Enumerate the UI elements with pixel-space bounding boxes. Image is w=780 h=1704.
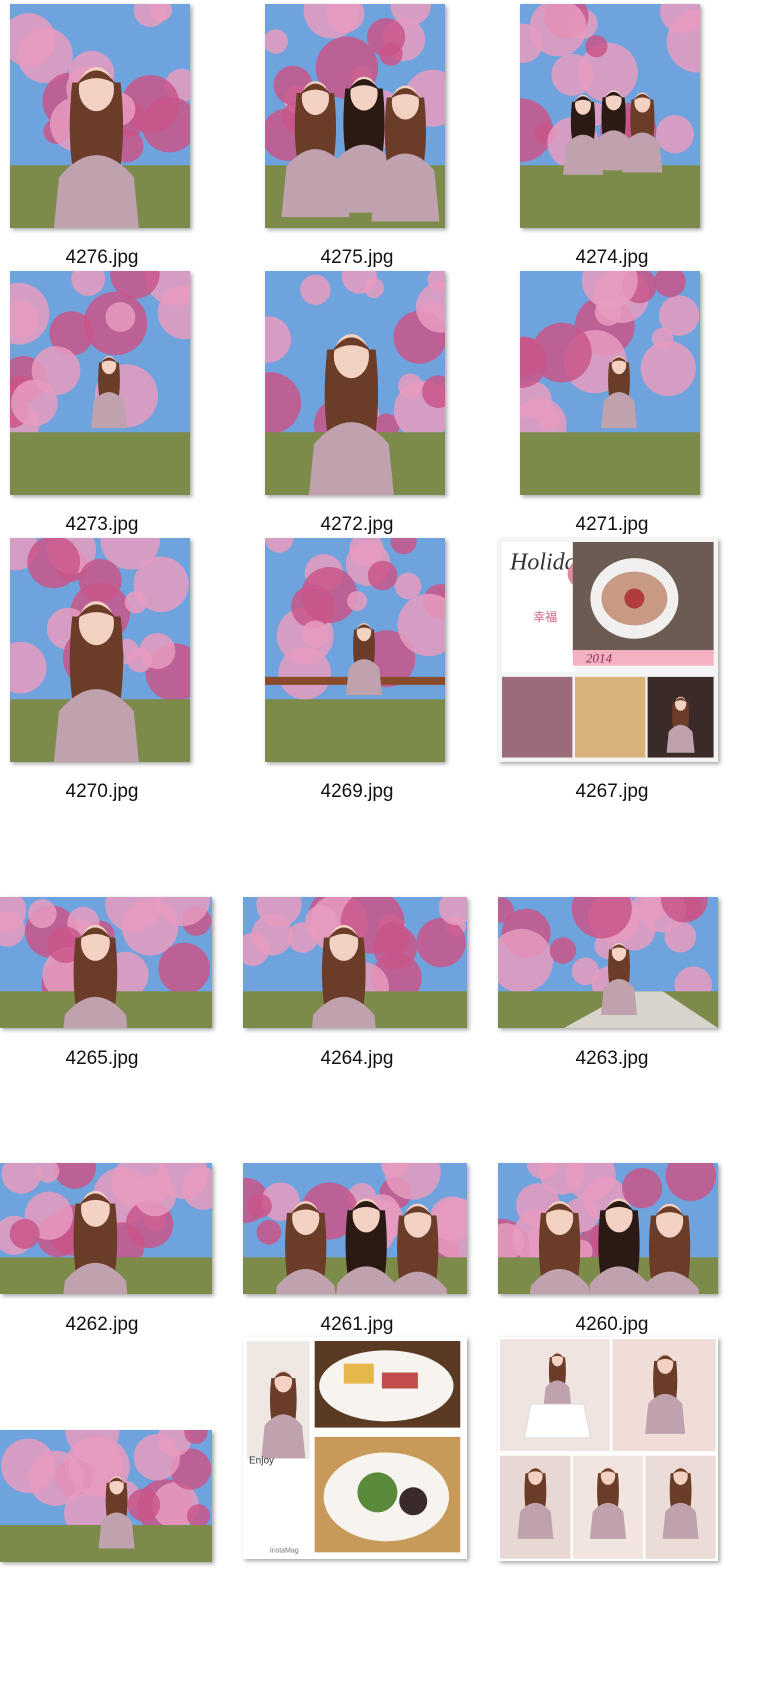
svg-text:幸福: 幸福 — [533, 609, 557, 624]
file-thumbnail[interactable] — [498, 1337, 718, 1561]
file-thumbnail[interactable] — [0, 897, 212, 1028]
file-name-label: 4275.jpg — [320, 247, 394, 268]
file-thumbnail[interactable]: Holiday 幸福 2014 — [498, 538, 718, 762]
file-thumbnail[interactable] — [498, 897, 718, 1028]
file-thumbnail[interactable] — [243, 897, 467, 1028]
svg-text:Enjoy: Enjoy — [249, 1456, 274, 1467]
file-name-label: 4264.jpg — [320, 1048, 394, 1069]
file-name-label: 4267.jpg — [575, 781, 649, 802]
svg-text:InstaMag: InstaMag — [270, 1547, 299, 1554]
file-name-label: 4270.jpg — [65, 781, 139, 802]
file-name-label: 4263.jpg — [575, 1048, 649, 1069]
file-name-label: 4269.jpg — [320, 781, 394, 802]
file-thumbnail[interactable] — [265, 4, 445, 228]
svg-text:2014: 2014 — [586, 650, 613, 665]
file-thumbnail[interactable] — [0, 1430, 212, 1562]
file-name-label: 4272.jpg — [320, 514, 394, 535]
file-name-label: 4261.jpg — [320, 1314, 394, 1335]
file-name-label: 4260.jpg — [575, 1314, 649, 1335]
file-thumbnail[interactable] — [10, 271, 190, 495]
file-name-label: 4273.jpg — [65, 514, 139, 535]
file-thumbnail[interactable] — [498, 1163, 718, 1294]
file-thumbnail[interactable] — [0, 1163, 212, 1294]
file-name-label: 4276.jpg — [65, 247, 139, 268]
file-thumbnail[interactable]: Enjoy InstaMag — [243, 1337, 467, 1559]
file-name-label: 4262.jpg — [65, 1314, 139, 1335]
file-thumbnail[interactable] — [243, 1163, 467, 1294]
file-thumbnail[interactable] — [10, 538, 190, 762]
file-thumbnail[interactable] — [10, 4, 190, 228]
file-thumbnail[interactable] — [265, 271, 445, 495]
file-name-label: 4271.jpg — [575, 514, 649, 535]
file-name-label: 4265.jpg — [65, 1048, 139, 1069]
file-thumbnail[interactable] — [520, 271, 700, 495]
file-thumbnail[interactable] — [520, 4, 700, 228]
file-name-label: 4274.jpg — [575, 247, 649, 268]
file-thumbnail[interactable] — [265, 538, 445, 762]
